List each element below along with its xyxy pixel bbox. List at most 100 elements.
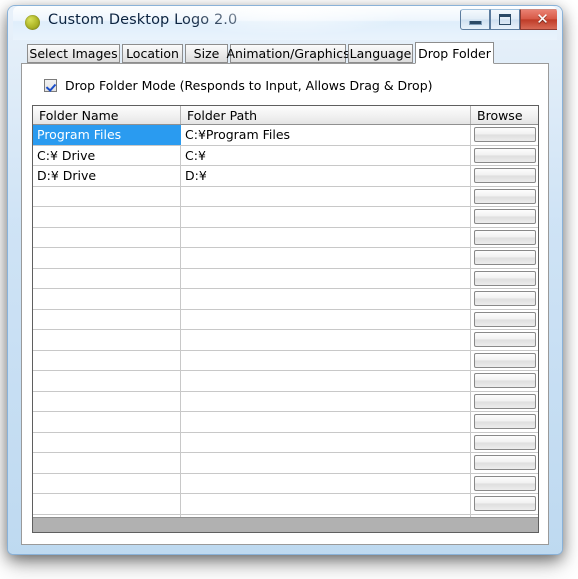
folder-row[interactable]: C:¥ Drive C:¥ [33, 145, 538, 166]
grid-horizontal-scrollbar[interactable] [33, 517, 538, 532]
folder-name-cell[interactable] [33, 432, 181, 452]
folder-row[interactable] [33, 432, 538, 453]
folder-path-cell[interactable] [181, 330, 471, 350]
folder-path-cell[interactable]: C:¥ [181, 145, 471, 165]
browse-button[interactable] [473, 168, 536, 184]
browse-button[interactable] [473, 291, 536, 307]
browse-cell [471, 248, 538, 268]
folder-path-cell[interactable] [181, 371, 471, 391]
folder-name-cell[interactable] [33, 289, 181, 309]
minimize-button[interactable] [460, 9, 490, 30]
folder-row[interactable] [33, 391, 538, 412]
folder-path-cell[interactable] [181, 186, 471, 206]
folder-path-cell[interactable] [181, 227, 471, 247]
folder-row[interactable]: Program Files C:¥Program Files [33, 125, 538, 146]
folder-path-cell[interactable]: D:¥ [181, 166, 471, 186]
folder-name-cell[interactable] [33, 453, 181, 473]
browse-cell [471, 269, 538, 289]
folder-row[interactable] [33, 412, 538, 433]
folder-path-cell[interactable] [181, 432, 471, 452]
browse-button[interactable] [473, 393, 536, 409]
browse-cell [471, 310, 538, 330]
browse-button[interactable] [473, 127, 536, 143]
folder-name-cell[interactable] [33, 248, 181, 268]
maximize-button[interactable] [490, 9, 520, 30]
folder-row[interactable] [33, 371, 538, 392]
column-header-browse[interactable]: Browse [471, 106, 538, 124]
grid-body: Program Files C:¥Program Files C:¥ Drive C:… [33, 125, 538, 532]
folder-path-cell[interactable] [181, 453, 471, 473]
folder-path-cell[interactable] [181, 494, 471, 514]
tab-select-images[interactable]: Select Images [27, 44, 120, 63]
folder-name-cell[interactable] [33, 391, 181, 411]
folder-row[interactable] [33, 350, 538, 371]
tab-language[interactable]: Language [348, 44, 413, 63]
browse-button[interactable] [473, 496, 536, 512]
browse-button[interactable] [473, 373, 536, 389]
tab-animation-graphics[interactable]: Animation/Graphics [226, 44, 350, 63]
folder-grid[interactable]: Folder Name Folder Path Browse Program F… [32, 105, 539, 533]
folder-row[interactable] [33, 453, 538, 474]
folder-name-cell[interactable] [33, 330, 181, 350]
tab-location[interactable]: Location [122, 44, 183, 63]
browse-button[interactable] [473, 414, 536, 430]
folder-row[interactable] [33, 494, 538, 515]
browse-button[interactable] [473, 270, 536, 286]
folder-path-cell[interactable] [181, 309, 471, 329]
folder-row[interactable] [33, 248, 538, 269]
folder-name-cell[interactable] [33, 473, 181, 493]
folder-name-cell[interactable] [33, 412, 181, 432]
folder-row[interactable] [33, 289, 538, 310]
folder-name-cell[interactable]: D:¥ Drive [33, 166, 181, 186]
browse-button[interactable] [473, 475, 536, 491]
folder-path-cell[interactable] [181, 248, 471, 268]
tab-drop-folder[interactable]: Drop Folder [415, 42, 494, 64]
folder-name-cell[interactable] [33, 309, 181, 329]
drop-folder-mode-checkbox[interactable] [44, 79, 57, 92]
folder-row[interactable] [33, 268, 538, 289]
close-button[interactable]: ✕ [520, 9, 557, 30]
tab-size[interactable]: Size [185, 44, 228, 63]
browse-cell [471, 433, 538, 453]
browse-button[interactable] [473, 352, 536, 368]
folder-path-cell[interactable] [181, 350, 471, 370]
folder-path-cell[interactable] [181, 268, 471, 288]
drop-folder-mode-row[interactable]: Drop Folder Mode (Responds to Input, All… [44, 78, 433, 93]
browse-button[interactable] [473, 434, 536, 450]
folder-row[interactable] [33, 227, 538, 248]
browse-cell [471, 228, 538, 248]
folder-name-cell[interactable] [33, 371, 181, 391]
browse-button[interactable] [473, 147, 536, 163]
folder-path-cell[interactable] [181, 207, 471, 227]
folder-name-cell[interactable] [33, 227, 181, 247]
folder-name-cell[interactable] [33, 350, 181, 370]
folder-name-cell[interactable]: C:¥ Drive [33, 145, 181, 165]
folder-name-cell[interactable] [33, 494, 181, 514]
browse-button[interactable] [473, 455, 536, 471]
folder-row[interactable] [33, 473, 538, 494]
folder-name-cell[interactable] [33, 207, 181, 227]
folder-name-cell[interactable] [33, 268, 181, 288]
folder-path-cell[interactable] [181, 289, 471, 309]
browse-button[interactable] [473, 188, 536, 204]
browse-button[interactable] [473, 332, 536, 348]
folder-path-cell[interactable] [181, 412, 471, 432]
folder-path-cell[interactable] [181, 473, 471, 493]
folder-row[interactable] [33, 207, 538, 228]
title-bar[interactable]: Custom Desktop Logo 2.0 ✕ [13, 6, 557, 40]
application-window: Custom Desktop Logo 2.0 ✕ Select Images L… [8, 6, 562, 554]
folder-path-cell[interactable] [181, 391, 471, 411]
column-header-folder-name[interactable]: Folder Name [33, 106, 181, 124]
folder-name-cell[interactable] [33, 186, 181, 206]
browse-button[interactable] [473, 250, 536, 266]
folder-row[interactable] [33, 330, 538, 351]
folder-name-cell[interactable]: Program Files [33, 125, 181, 145]
browse-button[interactable] [473, 229, 536, 245]
folder-row[interactable] [33, 309, 538, 330]
browse-button[interactable] [473, 311, 536, 327]
column-header-folder-path[interactable]: Folder Path [181, 106, 471, 124]
folder-row[interactable]: D:¥ Drive D:¥ [33, 166, 538, 187]
folder-row[interactable] [33, 186, 538, 207]
folder-path-cell[interactable]: C:¥Program Files [181, 125, 471, 145]
browse-button[interactable] [473, 209, 536, 225]
